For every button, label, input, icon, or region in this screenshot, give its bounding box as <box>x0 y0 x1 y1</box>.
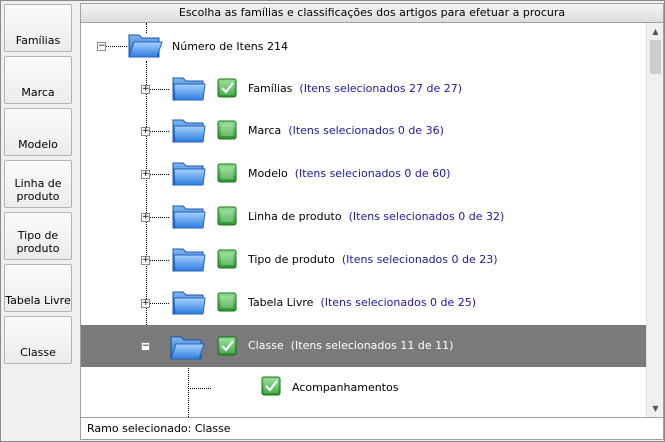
scroll-up-arrow-icon[interactable]: ▲ <box>647 23 663 40</box>
tree-line <box>103 46 127 47</box>
tree-node-familias[interactable]: Famílias (Itens selecionados 27 de 27) <box>248 82 462 96</box>
unchecked-checkbox-icon[interactable] <box>217 292 237 312</box>
sidebar-button-familias[interactable]: Famílias <box>4 4 72 52</box>
unchecked-checkbox-icon[interactable] <box>217 206 237 226</box>
sidebar-button-linha-de-produto[interactable]: Linha de produto <box>4 160 72 208</box>
expand-marca-toggle[interactable]: + <box>141 127 150 136</box>
tree-panel: Escolha as famílias e classificações dos… <box>80 3 664 440</box>
checked-checkbox-icon[interactable] <box>261 376 281 396</box>
tree-node-modelo[interactable]: Modelo (Itens selecionados 0 de 60) <box>248 167 450 181</box>
scrollbar-thumb[interactable] <box>650 40 661 74</box>
folder-icon <box>171 157 207 187</box>
checked-checkbox-icon[interactable] <box>217 78 237 98</box>
sidebar-button-tabela-livre[interactable]: Tabela Livre <box>4 264 72 312</box>
selected-row-classe[interactable]: − Classe (Itens selecionados 11 de 11) <box>81 325 646 367</box>
expand-familias-toggle[interactable]: + <box>141 85 150 94</box>
tree-line <box>188 365 189 417</box>
sidebar-button-tipo-de-produto[interactable]: Tipo de produto <box>4 212 72 260</box>
expand-modelo-toggle[interactable]: + <box>141 170 150 179</box>
expand-tipo-de-produto-toggle[interactable]: + <box>141 256 150 265</box>
folder-icon <box>171 286 207 316</box>
expand-linha-de-produto-toggle[interactable]: + <box>141 213 150 222</box>
unchecked-checkbox-icon[interactable] <box>217 163 237 183</box>
expand-tabela-livre-toggle[interactable]: + <box>141 299 150 308</box>
scroll-down-arrow-icon[interactable]: ▼ <box>647 400 663 417</box>
vertical-scrollbar[interactable]: ▲ ▼ <box>646 23 663 417</box>
tree-node-tipo-de-produto[interactable]: Tipo de produto (Itens selecionados 0 de… <box>248 253 498 267</box>
tree-node-classe[interactable]: Classe (Itens selecionados 11 de 11) <box>248 339 453 353</box>
unchecked-checkbox-icon[interactable] <box>217 249 237 269</box>
tree-node-marca[interactable]: Marca (Itens selecionados 0 de 36) <box>248 124 444 138</box>
window-frame: Famílias Marca Modelo Linha de produto T… <box>0 0 665 442</box>
root-label: Número de Itens 214 <box>172 40 288 53</box>
sidebar-button-marca[interactable]: Marca <box>4 56 72 104</box>
folder-icon <box>171 200 207 230</box>
folder-icon <box>171 114 207 144</box>
open-folder-icon <box>127 29 163 59</box>
open-folder-icon <box>169 331 205 361</box>
panel-header: Escolha as famílias e classificações dos… <box>81 4 663 23</box>
tree-line <box>188 388 211 389</box>
unchecked-checkbox-icon[interactable] <box>217 120 237 140</box>
sidebar-button-modelo[interactable]: Modelo <box>4 108 72 156</box>
collapse-root-toggle[interactable]: − <box>97 42 106 51</box>
tree-node-linha-de-produto[interactable]: Linha de produto (Itens selecionados 0 d… <box>248 210 504 224</box>
status-bar: Ramo selecionado: Classe <box>81 417 663 439</box>
category-tree[interactable]: − Número de Itens 214 + Famílias (Itens … <box>81 23 646 417</box>
tree-node-tabela-livre[interactable]: Tabela Livre (Itens selecionados 0 de 25… <box>248 296 476 310</box>
folder-icon <box>171 72 207 102</box>
tree-node-acompanhamentos[interactable]: Acompanhamentos <box>292 381 398 395</box>
folder-icon <box>171 243 207 273</box>
collapse-classe-toggle[interactable]: − <box>141 342 150 351</box>
sidebar-button-classe[interactable]: Classe <box>4 316 72 364</box>
checked-checkbox-icon[interactable] <box>217 336 237 356</box>
